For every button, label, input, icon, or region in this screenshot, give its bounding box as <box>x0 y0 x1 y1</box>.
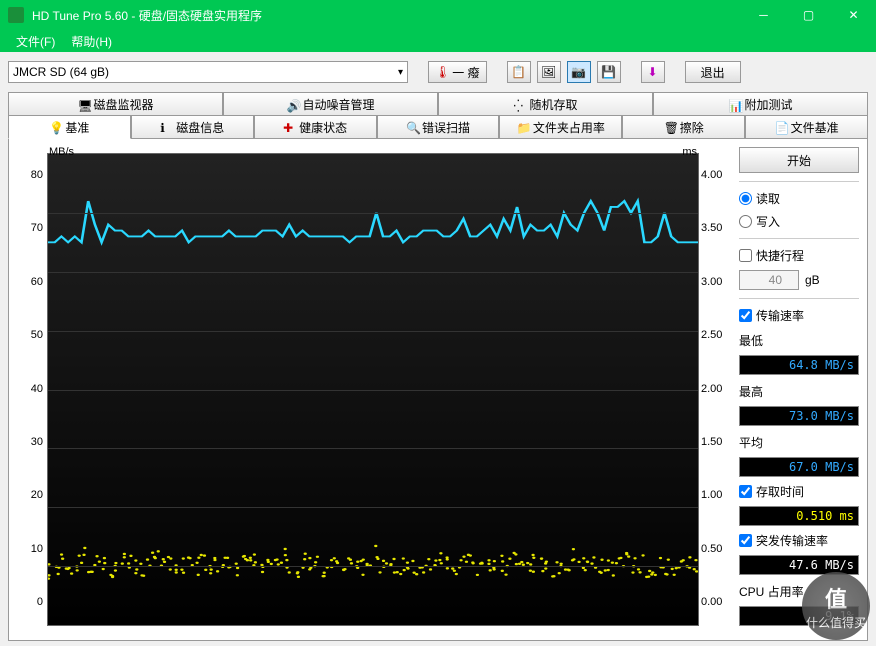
options-button[interactable]: ⬇ <box>641 61 665 83</box>
tab-info[interactable]: ℹ磁盘信息 <box>131 115 254 139</box>
search-icon: 🔍 <box>406 121 418 133</box>
read-radio[interactable]: 读取 <box>739 190 859 207</box>
access-time-checkbox[interactable]: 存取时间 <box>739 483 859 500</box>
access-value: 0.510 ms <box>739 506 859 526</box>
max-value: 73.0 MB/s <box>739 406 859 426</box>
tab-random-access[interactable]: ⁛随机存取 <box>438 92 653 116</box>
temperature-display: 🌡 一 癈 <box>428 61 487 83</box>
screenshot-button[interactable]: 📷 <box>567 61 591 83</box>
tab-health[interactable]: ✚健康状态 <box>254 115 377 139</box>
title-bar: HD Tune Pro 5.60 - 硬盘/固态硬盘实用程序 ─ ▢ ✕ <box>0 0 876 30</box>
temperature-value: 一 癈 <box>452 64 479 81</box>
y-axis-right-title: ms <box>682 146 697 158</box>
tab-row-lower: 💡基准 ℹ磁盘信息 ✚健康状态 🔍错误扫描 📁文件夹占用率 🗑擦除 📄文件基准 <box>8 115 868 139</box>
info-icon: ℹ <box>160 121 172 133</box>
file-icon: 📄 <box>775 121 787 133</box>
copy-info-button[interactable]: 📋 <box>507 61 531 83</box>
health-icon: ✚ <box>283 121 295 133</box>
transfer-rate-checkbox[interactable]: 传输速率 <box>739 307 859 324</box>
speaker-icon: 🔊 <box>286 99 298 111</box>
max-label: 最高 <box>739 383 859 400</box>
results-sidebar: 开始 读取 写入 快捷行程 gB 传输速率 最低 64.8 MB/s 最高 73… <box>739 147 859 632</box>
maximize-button[interactable]: ▢ <box>786 0 831 30</box>
chart-area: MB/s ms 00.00100.50201.00301.50402.00502… <box>17 147 729 632</box>
watermark: 值 什么值得买 <box>802 572 870 640</box>
close-button[interactable]: ✕ <box>831 0 876 30</box>
start-button[interactable]: 开始 <box>739 147 859 173</box>
avg-value: 67.0 MB/s <box>739 457 859 477</box>
window-title: HD Tune Pro 5.60 - 硬盘/固态硬盘实用程序 <box>32 7 741 24</box>
min-label: 最低 <box>739 332 859 349</box>
tab-folder-usage[interactable]: 📁文件夹占用率 <box>499 115 622 139</box>
short-stroke-checkbox[interactable]: 快捷行程 <box>739 247 859 264</box>
short-stroke-input[interactable] <box>739 270 799 290</box>
burst-rate-checkbox[interactable]: 突发传输速率 <box>739 532 859 549</box>
tab-row-upper: 🖥磁盘监视器 🔊自动噪音管理 ⁛随机存取 📊附加测试 <box>8 92 868 116</box>
menu-file[interactable]: 文件(F) <box>8 31 63 52</box>
tab-erase[interactable]: 🗑擦除 <box>622 115 745 139</box>
tab-benchmark[interactable]: 💡基准 <box>8 115 131 139</box>
tab-error-scan[interactable]: 🔍错误扫描 <box>377 115 500 139</box>
drive-select[interactable]: JMCR SD (64 gB) ▾ <box>8 61 408 83</box>
test-icon: 📊 <box>728 99 740 111</box>
lightbulb-icon: 💡 <box>49 121 61 133</box>
y-axis-left-title: MB/s <box>49 146 74 158</box>
drive-select-value: JMCR SD (64 gB) <box>13 65 109 79</box>
save-button[interactable]: 💾 <box>597 61 621 83</box>
save-icon: 💾 <box>601 65 616 79</box>
thermometer-icon: 🌡 <box>435 65 450 79</box>
copy-icon: 📋 <box>511 65 526 79</box>
trash-icon: 🗑 <box>664 121 676 133</box>
benchmark-chart <box>47 153 699 626</box>
short-stroke-unit: gB <box>805 273 820 287</box>
copy-screenshot-button[interactable]: 🖼 <box>537 61 561 83</box>
tab-extra-tests[interactable]: 📊附加测试 <box>653 92 868 116</box>
camera-icon: 📷 <box>571 65 586 79</box>
avg-label: 平均 <box>739 434 859 451</box>
tab-disk-monitor[interactable]: 🖥磁盘监视器 <box>8 92 223 116</box>
client-area: JMCR SD (64 gB) ▾ 🌡 一 癈 📋 🖼 📷 💾 ⬇ 退出 🖥磁盘… <box>0 52 876 646</box>
tab-aam[interactable]: 🔊自动噪音管理 <box>223 92 438 116</box>
tab-file-benchmark[interactable]: 📄文件基准 <box>745 115 868 139</box>
benchmark-panel: MB/s ms 00.00100.50201.00301.50402.00502… <box>8 139 868 641</box>
arrow-down-icon: ⬇ <box>648 65 658 79</box>
app-icon <box>8 7 24 23</box>
dots-icon: ⁛ <box>513 99 525 111</box>
menu-help[interactable]: 帮助(H) <box>63 31 120 52</box>
chevron-down-icon: ▾ <box>398 67 403 78</box>
minimize-button[interactable]: ─ <box>741 0 786 30</box>
folder-icon: 📁 <box>517 121 529 133</box>
write-radio[interactable]: 写入 <box>739 213 859 230</box>
menu-bar: 文件(F) 帮助(H) <box>0 30 876 52</box>
monitor-icon: 🖥 <box>77 99 89 111</box>
exit-button[interactable]: 退出 <box>685 61 741 83</box>
toolbar: JMCR SD (64 gB) ▾ 🌡 一 癈 📋 🖼 📷 💾 ⬇ 退出 <box>8 58 868 86</box>
min-value: 64.8 MB/s <box>739 355 859 375</box>
image-icon: 🖼 <box>541 65 556 79</box>
